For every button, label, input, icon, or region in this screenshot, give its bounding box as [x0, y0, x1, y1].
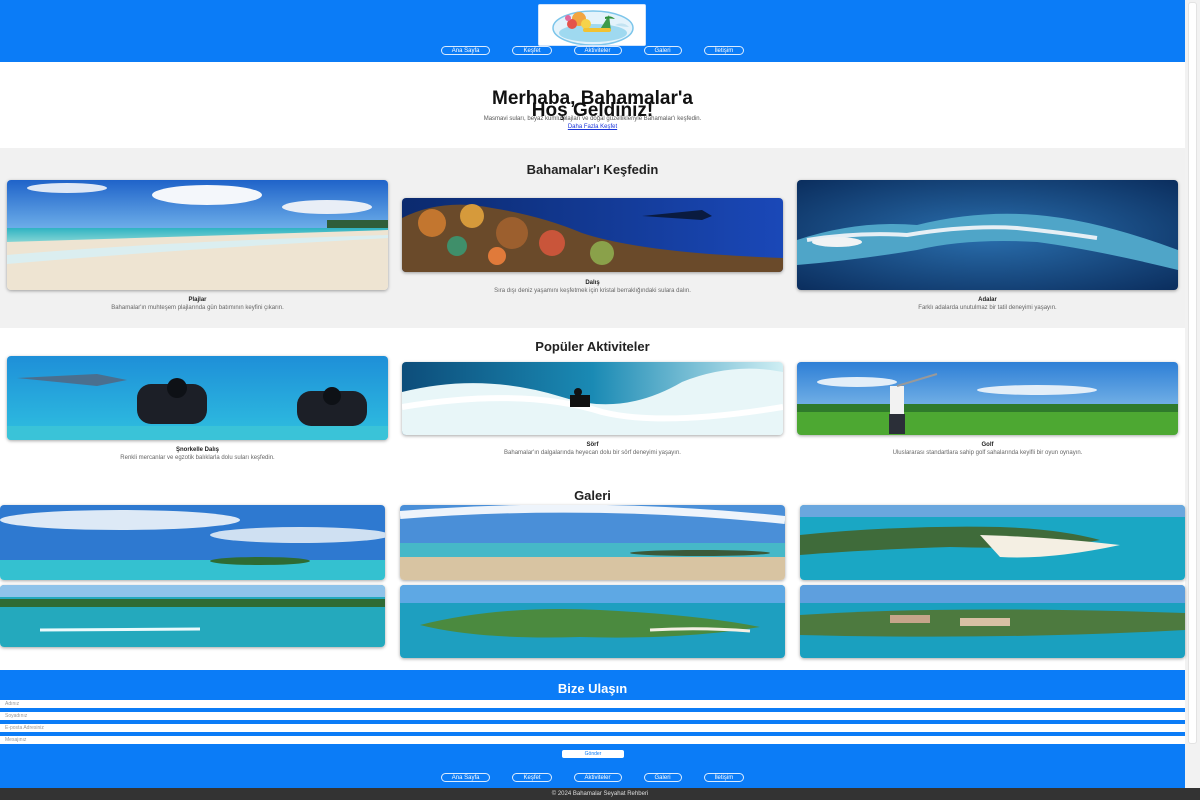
site-logo[interactable]: [538, 4, 646, 46]
surf-photo: [402, 362, 783, 435]
contact-title: Bize Ulaşın: [557, 681, 628, 696]
gallery-image-4[interactable]: [0, 585, 385, 647]
site-header: Ana Sayfa Keşfet Aktiviteler Galeri İlet…: [0, 0, 1185, 62]
diving-photo: [7, 356, 388, 440]
card-text-golf: Uluslararası standartlara sahip golf sah…: [892, 450, 1083, 456]
hero-subtitle: Masmavi suları, beyaz kumlu plajları ve …: [483, 116, 702, 122]
activities-title: Popüler Aktiviteler: [535, 339, 650, 354]
footer-nav-item-home[interactable]: Ana Sayfa: [440, 773, 491, 782]
reef-photo: [402, 198, 783, 272]
footer-copyright: © 2024 Bahamalar Seyahat Rehberi: [0, 788, 1200, 800]
footer-nav: Ana Sayfa Keşfet Aktiviteler Galeri İlet…: [0, 773, 1185, 782]
card-text-snorkel: Renkli mercanlar ve egzotik balıklarla d…: [120, 455, 275, 461]
explore-more-link[interactable]: Daha Fazla Keşfet: [568, 124, 617, 130]
last-name-field[interactable]: Soyadınız: [0, 712, 1185, 720]
message-field[interactable]: Mesajınız: [0, 736, 1185, 744]
card-title-golf: Golf: [981, 442, 994, 448]
first-name-field[interactable]: Adınız: [0, 700, 1185, 708]
gallery-image-3[interactable]: [800, 505, 1185, 580]
main-nav: Ana Sayfa Keşfet Aktiviteler Galeri İlet…: [0, 46, 1185, 55]
card-text-diving: Sıra dışı deniz yaşamını keşfetmek için …: [494, 288, 691, 294]
nav-item-contact[interactable]: İletişim: [703, 46, 745, 55]
submit-button[interactable]: Gönder: [562, 750, 624, 758]
card-text-surf: Bahamalar'ın dalgalarında heyecan dolu b…: [504, 450, 681, 456]
card-title-diving: Dalış: [585, 280, 600, 286]
island-satellite-photo: [797, 180, 1178, 290]
card-title-beaches: Plajlar: [188, 297, 207, 303]
email-field[interactable]: E-posta Adresiniz: [0, 724, 1185, 732]
scrollbar-thumb[interactable]: [1188, 2, 1197, 744]
nav-item-home[interactable]: Ana Sayfa: [440, 46, 491, 55]
footer-nav-item-activities[interactable]: Aktiviteler: [573, 773, 622, 782]
gallery-image-5[interactable]: [400, 585, 785, 658]
footer-nav-item-contact[interactable]: İletişim: [703, 773, 745, 782]
golf-photo: [797, 362, 1178, 435]
nav-item-activities[interactable]: Aktiviteler: [573, 46, 622, 55]
footer-nav-item-gallery[interactable]: Galeri: [643, 773, 682, 782]
gallery-image-2[interactable]: [400, 505, 785, 580]
explore-title: Bahamalar'ı Keşfedin: [526, 162, 659, 177]
card-title-snorkel: Şnorkelle Dalış: [175, 447, 220, 453]
card-title-surf: Sörf: [586, 442, 599, 448]
gallery-title: Galeri: [574, 488, 611, 503]
gallery-image-6[interactable]: [800, 585, 1185, 658]
footer-nav-item-explore[interactable]: Keşfet: [512, 773, 552, 782]
card-text-islands: Farklı adalarda unutulmaz bir tatil dene…: [918, 305, 1057, 311]
hero-link: Daha Fazla Keşfet: [0, 124, 1185, 130]
card-title-islands: Adalar: [978, 297, 997, 303]
gallery-image-1[interactable]: [0, 505, 385, 580]
card-text-beaches: Bahamalar'ın muhteşem plajlarında gün ba…: [111, 305, 284, 311]
nav-item-gallery[interactable]: Galeri: [643, 46, 682, 55]
beach-photo: [7, 180, 388, 290]
nav-item-explore[interactable]: Keşfet: [512, 46, 552, 55]
